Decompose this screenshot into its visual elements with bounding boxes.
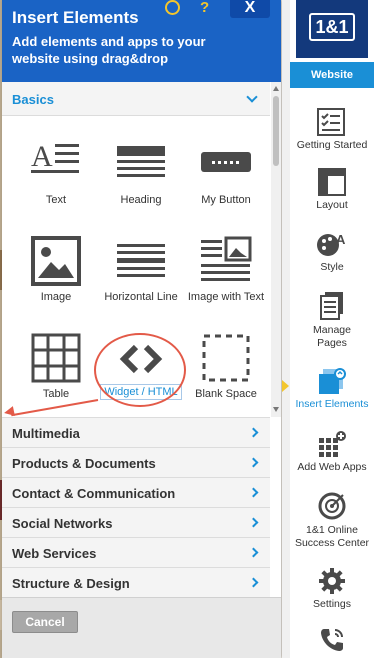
insert-elements-panel: Insert Elements Add elements and apps to… — [2, 0, 281, 658]
category-contact-communication[interactable]: Contact & Communication — [2, 477, 270, 507]
sidebar-item-settings[interactable]: Settings — [290, 567, 374, 611]
basics-section-header[interactable]: Basics — [2, 82, 270, 116]
category-social-networks[interactable]: Social Networks — [2, 507, 270, 537]
element-my-button[interactable]: My Button — [183, 140, 269, 220]
element-horizontal-line[interactable]: Horizontal Line — [98, 236, 184, 316]
chevron-right-icon — [248, 577, 259, 588]
table-icon — [31, 333, 81, 383]
sidebar-item-label: Layout — [316, 199, 348, 211]
highlight-circle — [94, 333, 186, 407]
category-label: Web Services — [12, 546, 97, 561]
logo: 1&1 — [296, 0, 368, 58]
panel-subtitle: Add elements and apps to your website us… — [12, 34, 206, 66]
image-with-text-icon — [201, 236, 252, 281]
category-web-services[interactable]: Web Services — [2, 537, 270, 567]
element-image-with-text[interactable]: Image with Text — [183, 236, 269, 316]
heading-icon — [117, 146, 165, 177]
svg-text:A: A — [31, 140, 53, 173]
scroll-down-icon[interactable] — [273, 407, 279, 412]
element-label: Text — [45, 194, 67, 206]
element-label: Image with Text — [187, 291, 265, 303]
right-sidebar: 1&1 Website Getting Started Layout A Sty… — [290, 0, 374, 658]
scroll-up-icon[interactable] — [273, 86, 279, 91]
element-text[interactable]: A Text — [13, 140, 99, 220]
category-label: Contact & Communication — [12, 486, 176, 501]
close-button[interactable]: X — [230, 0, 270, 18]
chevron-right-icon — [248, 547, 259, 558]
chevron-right-icon — [248, 517, 259, 528]
pages-icon — [320, 292, 343, 320]
insert-elements-icon — [319, 368, 346, 394]
layout-icon — [318, 168, 346, 196]
element-image[interactable]: Image — [13, 236, 99, 316]
image-icon — [31, 236, 81, 286]
sidebar-item-getting-started[interactable]: Getting Started — [290, 108, 374, 152]
sidebar-item-manage-pages[interactable]: Manage Pages — [290, 291, 374, 350]
blank-space-icon — [202, 334, 250, 382]
sidebar-item-label: Getting Started — [296, 139, 368, 151]
basics-label: Basics — [12, 92, 54, 107]
chevron-right-icon — [248, 457, 259, 468]
element-blank-space[interactable]: Blank Space — [183, 333, 269, 413]
chevron-right-icon — [248, 427, 259, 438]
sidebar-item-insert-elements[interactable]: Insert Elements — [290, 367, 374, 411]
category-products-documents[interactable]: Products & Documents — [2, 447, 270, 477]
element-heading[interactable]: Heading — [98, 140, 184, 220]
checklist-icon — [317, 108, 345, 136]
sidebar-item-label: Manage Pages — [313, 324, 351, 349]
element-label: Heading — [120, 194, 162, 206]
sidebar-item-phone[interactable] — [290, 626, 374, 654]
help-icon[interactable]: ? — [200, 0, 209, 16]
style-icon: A — [317, 232, 346, 256]
sidebar-item-label: Settings — [313, 598, 351, 610]
gear-icon — [319, 568, 345, 594]
element-label: Image — [40, 291, 72, 303]
chevron-down-icon — [246, 91, 258, 103]
category-label: Multimedia — [12, 426, 80, 441]
sidebar-item-success-center[interactable]: 1&1 Online Success Center — [290, 491, 374, 550]
cancel-button[interactable]: Cancel — [12, 611, 78, 633]
sidebar-item-layout[interactable]: Layout — [290, 168, 374, 212]
panel-title: Insert Elements — [12, 8, 139, 27]
sidebar-item-label: Add Web Apps — [297, 461, 367, 473]
category-multimedia[interactable]: Multimedia — [2, 417, 270, 447]
compass-icon[interactable] — [165, 0, 180, 15]
phone-icon — [321, 629, 343, 651]
horizontal-line-icon — [117, 244, 165, 277]
sidebar-item-label: 1&1 Online Success Center — [294, 524, 370, 549]
svg-text:A: A — [336, 232, 346, 247]
element-label: My Button — [201, 194, 251, 206]
element-label: Horizontal Line — [104, 291, 178, 303]
category-label: Structure & Design — [12, 576, 130, 591]
sidebar-item-style[interactable]: A Style — [290, 230, 374, 274]
category-structure-design[interactable]: Structure & Design — [2, 567, 270, 597]
sidebar-item-label: Insert Elements — [295, 398, 369, 410]
element-label: Blank Space — [195, 388, 257, 400]
logo-text: 1&1 — [309, 13, 355, 41]
chevron-right-icon — [248, 487, 259, 498]
panel-footer: Cancel — [2, 597, 281, 658]
scroll-thumb[interactable] — [273, 96, 279, 166]
sidebar-item-add-web-apps[interactable]: Add Web Apps — [290, 430, 374, 474]
sidebar-item-label: Style — [320, 261, 344, 273]
web-apps-icon — [319, 431, 346, 457]
element-label: Table — [42, 388, 70, 400]
panel-header: Insert Elements Add elements and apps to… — [2, 0, 281, 82]
button-icon — [201, 152, 251, 172]
elements-scrollbar[interactable] — [271, 82, 281, 417]
active-marker — [282, 380, 289, 392]
text-icon: A — [31, 140, 79, 173]
success-center-icon — [318, 492, 346, 520]
category-label: Products & Documents — [12, 456, 156, 471]
website-tab[interactable]: Website — [290, 62, 374, 88]
category-label: Social Networks — [12, 516, 113, 531]
